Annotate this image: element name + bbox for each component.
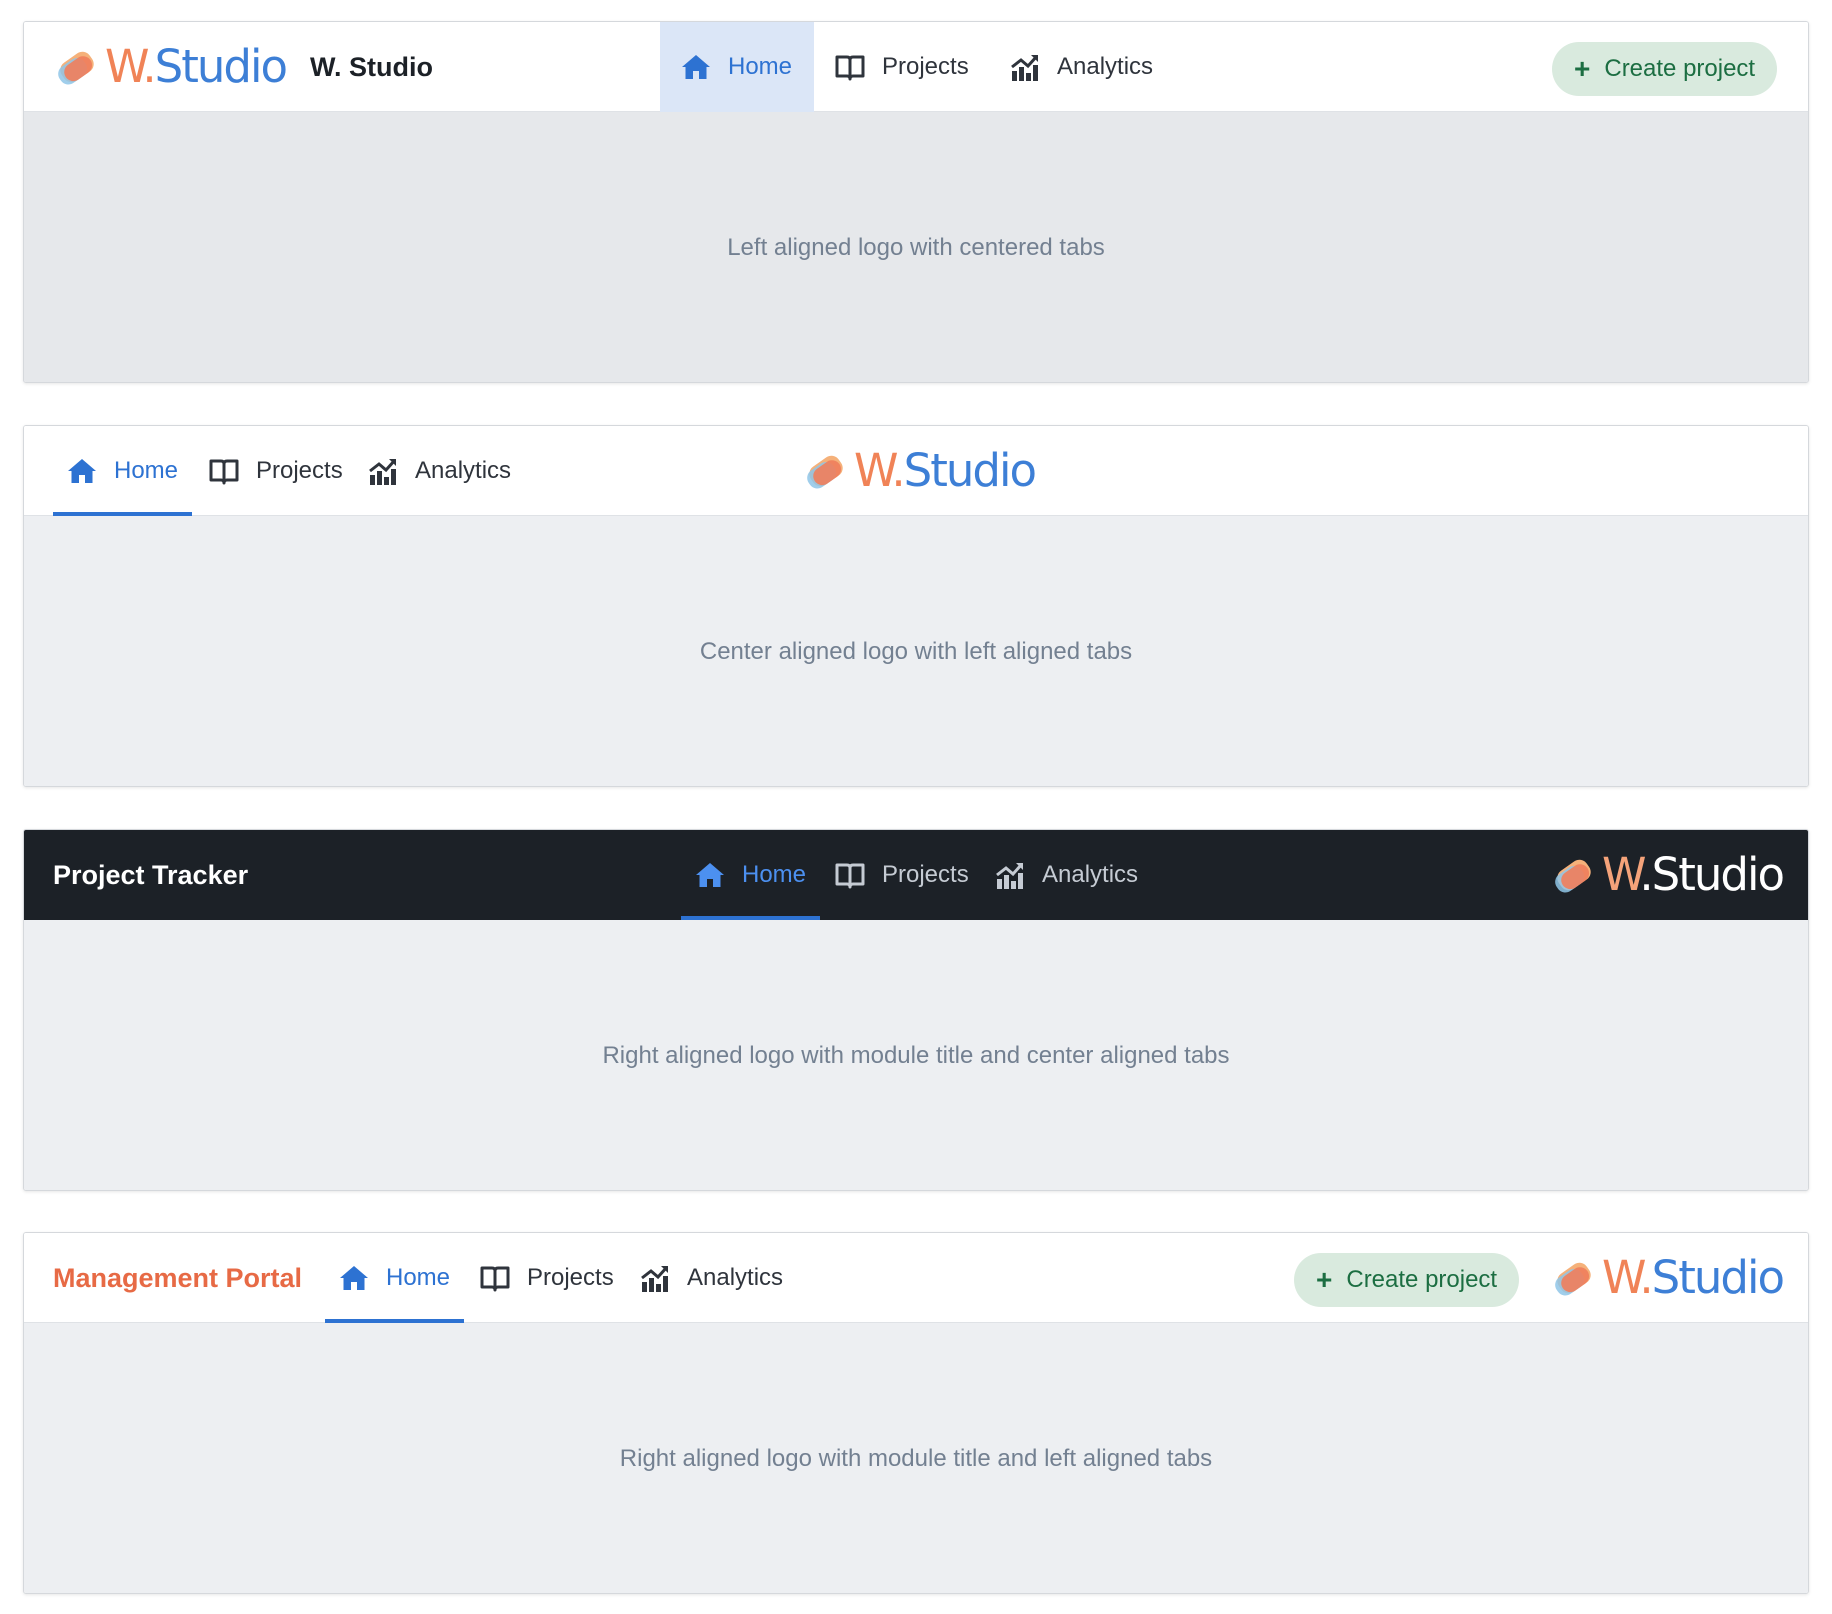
tab-analytics[interactable]: Analytics: [1009, 22, 1153, 112]
tab-analytics[interactable]: Analytics: [639, 1233, 783, 1323]
tab-home[interactable]: Home: [660, 22, 814, 112]
book-icon: [834, 51, 866, 83]
chart-icon: [1009, 51, 1041, 83]
book-icon: [479, 1262, 511, 1294]
tab-label: Home: [114, 457, 179, 484]
wstudio-wordmark: W.Studio: [1602, 1251, 1785, 1304]
navbar: W.Studio W. Studio Home Projects Analyti…: [24, 22, 1808, 112]
wstudio-logo[interactable]: W.Studio: [1549, 848, 1785, 901]
book-icon: [834, 859, 866, 891]
wstudio-logo-mark-icon: [1555, 1262, 1591, 1296]
content-area: Center aligned logo with left aligned ta…: [24, 516, 1808, 786]
tab-label: Home: [386, 1264, 451, 1291]
content-area: Right aligned logo with module title and…: [24, 1323, 1808, 1593]
wstudio-logo-mark-icon: [807, 455, 843, 489]
site-name: W. Studio: [310, 52, 433, 82]
home-icon: [66, 455, 98, 487]
home-icon: [694, 859, 726, 891]
description-text: Right aligned logo with module title and…: [602, 1042, 1230, 1069]
tab-projects[interactable]: Projects: [834, 22, 969, 112]
tab-projects[interactable]: Projects: [834, 830, 969, 920]
home-icon: [680, 51, 712, 83]
wstudio-logo[interactable]: W.Studio: [1549, 1251, 1785, 1304]
description-text: Left aligned logo with centered tabs: [727, 234, 1105, 261]
plus-icon: +: [1316, 1264, 1333, 1295]
tab-label: Projects: [882, 53, 969, 80]
navbar: Project Tracker Home Projects Analytics …: [24, 830, 1808, 920]
tab-projects[interactable]: Projects: [479, 1233, 614, 1323]
content-area: Right aligned logo with module title and…: [24, 920, 1808, 1190]
tab-home[interactable]: Home: [325, 1233, 464, 1323]
tab-label: Analytics: [687, 1264, 784, 1291]
create-project-label: Create project: [1346, 1266, 1498, 1293]
tab-label: Analytics: [1057, 53, 1154, 80]
book-icon: [208, 455, 240, 487]
navbar: Home Projects Analytics W.Studio: [24, 426, 1808, 516]
wstudio-logo[interactable]: W.Studio: [801, 444, 1037, 497]
tab-label: Projects: [882, 861, 969, 888]
wstudio-wordmark: W.Studio: [1602, 848, 1785, 901]
tab-analytics[interactable]: Analytics: [994, 830, 1138, 920]
create-project-button[interactable]: + Create project: [1294, 1253, 1520, 1307]
wstudio-logo-mark-icon: [58, 51, 94, 85]
chart-icon: [639, 1262, 671, 1294]
description-text: Right aligned logo with module title and…: [619, 1445, 1213, 1472]
content-area: Left aligned logo with centered tabs: [24, 112, 1808, 382]
tab-label: Analytics: [415, 457, 512, 484]
tab-home[interactable]: Home: [681, 830, 820, 920]
tab-label: Analytics: [1042, 861, 1139, 888]
wstudio-logo[interactable]: W.Studio: [52, 40, 288, 93]
navbar: Management Portal Home Projects Analytic…: [24, 1233, 1808, 1323]
tab-label: Projects: [256, 457, 343, 484]
plus-icon: +: [1574, 53, 1591, 84]
create-project-label: Create project: [1604, 55, 1756, 82]
wstudio-logo-mark-icon: [1555, 859, 1591, 893]
example-right-logo-module-title-left-tabs: Management Portal Home Projects Analytic…: [23, 1232, 1809, 1594]
example-right-logo-module-title-center-tabs: Project Tracker Home Projects Analytics …: [23, 829, 1809, 1191]
chart-icon: [367, 455, 399, 487]
tab-analytics[interactable]: Analytics: [367, 426, 511, 516]
module-title: Project Tracker: [53, 860, 249, 890]
create-project-button[interactable]: + Create project: [1552, 42, 1778, 96]
module-title: Management Portal: [53, 1263, 303, 1293]
tab-label: Projects: [527, 1264, 614, 1291]
tab-home[interactable]: Home: [53, 426, 192, 516]
tab-label: Home: [728, 53, 793, 80]
example-left-logo-centered-tabs: W.Studio W. Studio Home Projects Analyti…: [23, 21, 1809, 383]
wstudio-wordmark: W.Studio: [105, 40, 288, 93]
description-text: Center aligned logo with left aligned ta…: [699, 638, 1133, 665]
wstudio-wordmark: W.Studio: [854, 444, 1037, 497]
chart-icon: [994, 859, 1026, 891]
tab-projects[interactable]: Projects: [208, 426, 343, 516]
example-center-logo-left-tabs: Home Projects Analytics W.Studio Center …: [23, 425, 1809, 787]
home-icon: [338, 1262, 370, 1294]
tab-label: Home: [742, 861, 807, 888]
